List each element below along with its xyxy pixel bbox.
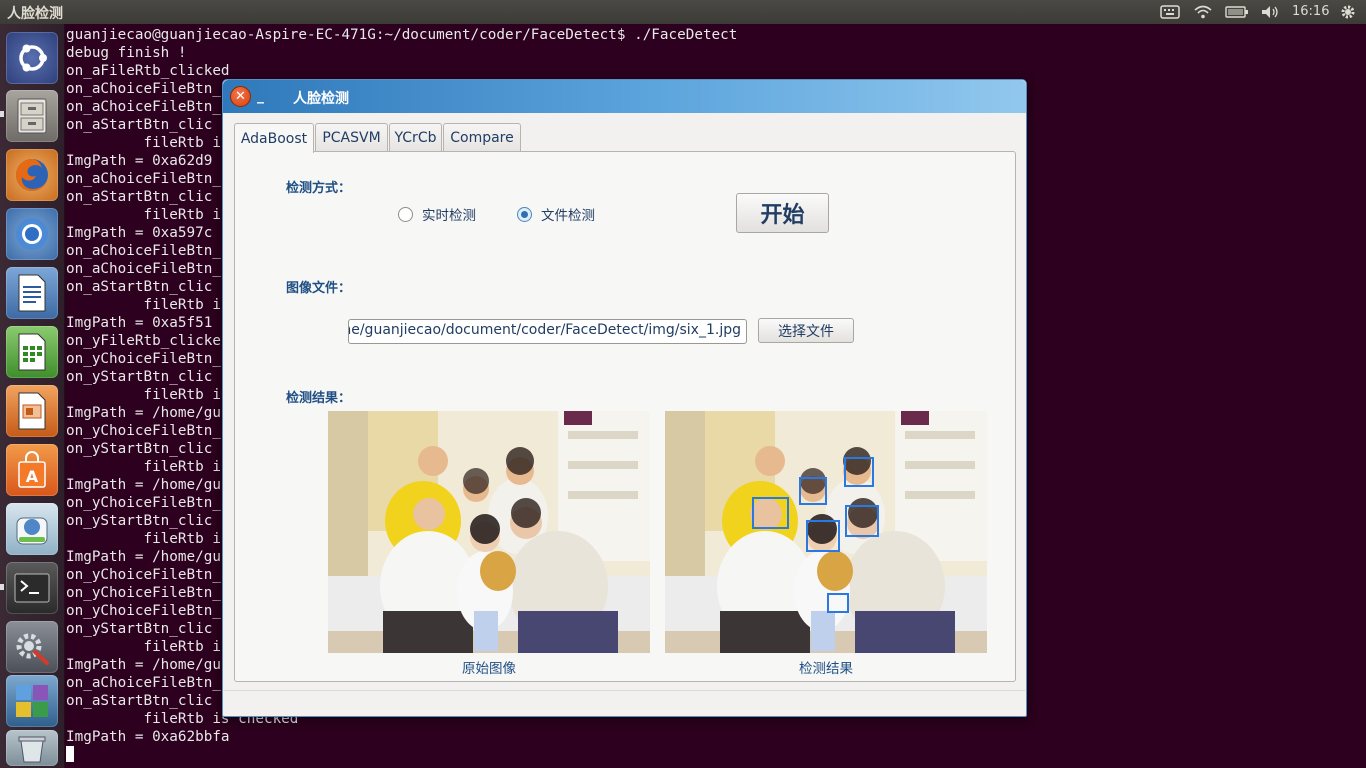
firefox-icon: [16, 159, 48, 191]
chromium-icon: [16, 218, 48, 250]
shopping-bag-icon: A: [18, 451, 46, 488]
launcher-trash-button[interactable]: [6, 730, 58, 766]
tab-ycrcb[interactable]: YCrCb: [389, 123, 442, 152]
terminal-prompt-line: [66, 746, 1366, 764]
clock[interactable]: 16:16: [1292, 4, 1329, 19]
detection-result-image: [665, 411, 987, 653]
launcher-backup-button[interactable]: [6, 503, 58, 555]
dialog-titlebar[interactable]: ✕ _ 人脸检测: [223, 80, 1026, 113]
radio-file[interactable]: 文件检测: [517, 204, 595, 224]
tab-compare[interactable]: Compare: [443, 123, 521, 152]
launcher-firefox-button[interactable]: [6, 149, 58, 201]
backup-safe-icon: [16, 517, 48, 545]
start-button[interactable]: 开始: [736, 193, 829, 233]
tab-adaboost[interactable]: AdaBoost: [234, 123, 314, 153]
terminal-line: guanjiecao@guanjiecao-Aspire-EC-471G:~/d…: [66, 27, 738, 43]
launcher-impress-button[interactable]: [6, 385, 58, 437]
radio-file-indicator[interactable]: [517, 206, 532, 222]
minimize-icon: _: [257, 88, 264, 104]
close-button[interactable]: ✕: [230, 86, 251, 107]
active-window-title: 人脸检测: [7, 6, 63, 22]
original-image-caption: 原始图像: [462, 661, 516, 677]
launcher-files-button[interactable]: [6, 90, 58, 142]
ubuntu-logo-icon: [19, 44, 47, 72]
terminal-cursor: [66, 746, 74, 762]
running-indicator: [0, 111, 4, 117]
terminal-icon: [14, 573, 50, 603]
volume-icon[interactable]: [1258, 3, 1282, 21]
status-bar: [224, 690, 1025, 716]
radio-realtime[interactable]: 实时检测: [398, 204, 476, 224]
radio-realtime-label: 实时检测: [422, 208, 476, 224]
result-label: 检测结果：: [286, 391, 352, 406]
minimize-button[interactable]: _: [257, 88, 271, 104]
launcher-calc-button[interactable]: [6, 326, 58, 378]
terminal-line: debug finish !: [66, 45, 187, 61]
terminal-line: ImgPath = 0xa62bbfa: [66, 729, 230, 745]
wrench-gear-icon: [16, 633, 49, 665]
launcher-dash-button[interactable]: [6, 32, 58, 84]
launcher-chromium-button[interactable]: [6, 208, 58, 260]
svg-text:A: A: [26, 467, 39, 486]
choose-file-button[interactable]: 选择文件: [758, 318, 854, 343]
file-path-value: /home/guanjiecao/document/coder/FaceDete…: [348, 322, 741, 338]
battery-icon[interactable]: [1224, 3, 1250, 21]
radio-file-label: 文件检测: [541, 208, 595, 224]
launcher: A: [0, 24, 65, 768]
wifi-icon[interactable]: [1191, 3, 1215, 21]
face-detect-dialog: ✕ _ 人脸检测 AdaBoost PCASVM YCrCb Compare 检…: [222, 79, 1027, 717]
close-icon: ✕: [235, 89, 246, 104]
result-image-caption: 检测结果: [799, 661, 853, 677]
presentation-icon: [18, 392, 46, 430]
trash-icon: [18, 736, 46, 763]
file-cabinet-icon: [17, 98, 47, 134]
terminal-line: on_aFileRtb_clicked: [66, 63, 230, 79]
radio-realtime-indicator[interactable]: [398, 206, 413, 222]
document-icon: [18, 274, 46, 312]
tab-pcasvm[interactable]: PCASVM: [315, 123, 388, 152]
gear-icon[interactable]: [1336, 3, 1360, 21]
launcher-terminal-button[interactable]: [6, 562, 58, 614]
top-panel: 人脸检测 16:16: [0, 0, 1366, 24]
image-file-label: 图像文件：: [286, 281, 352, 296]
detect-mode-label: 检测方式：: [286, 181, 352, 196]
original-image: [328, 411, 650, 653]
running-indicator: [0, 584, 4, 590]
workspaces-icon: [16, 685, 48, 717]
file-path-input[interactable]: /home/guanjiecao/document/coder/FaceDete…: [348, 319, 747, 344]
launcher-writer-button[interactable]: [6, 267, 58, 319]
keyboard-icon[interactable]: [1158, 3, 1182, 21]
launcher-software-center-button[interactable]: A: [6, 444, 58, 496]
dialog-title: 人脸检测: [293, 91, 349, 107]
launcher-settings-button[interactable]: [6, 621, 58, 673]
launcher-workspaces-button[interactable]: [6, 675, 58, 727]
spreadsheet-icon: [18, 333, 46, 371]
